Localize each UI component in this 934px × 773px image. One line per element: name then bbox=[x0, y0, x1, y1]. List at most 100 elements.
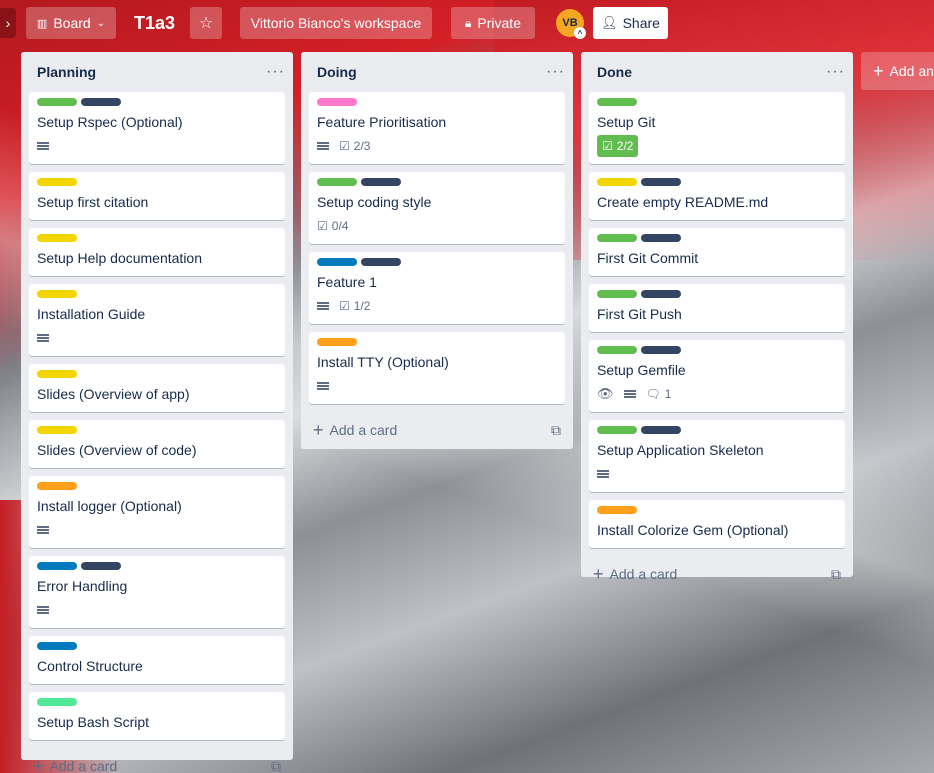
label-green[interactable] bbox=[597, 290, 637, 298]
card-badges: ☑ 2/2 bbox=[597, 135, 837, 157]
card[interactable]: Create empty README.md bbox=[589, 172, 845, 220]
label-dark[interactable] bbox=[641, 178, 681, 186]
list-title[interactable]: Doing bbox=[317, 64, 357, 80]
label-orange[interactable] bbox=[37, 482, 77, 490]
card[interactable]: Install Colorize Gem (Optional) bbox=[589, 500, 845, 548]
card[interactable]: Setup Bash Script bbox=[29, 692, 285, 740]
card-badges: ☑ 1/2 bbox=[317, 296, 557, 316]
card[interactable]: Error Handling bbox=[29, 556, 285, 628]
label-dark[interactable] bbox=[641, 234, 681, 242]
label-blue[interactable] bbox=[37, 642, 77, 650]
label-dark[interactable] bbox=[81, 562, 121, 570]
card[interactable]: Feature Prioritisation ☑ 2/3 bbox=[309, 92, 565, 164]
template-icon[interactable]: ⧉ bbox=[831, 566, 841, 583]
add-card-button[interactable]: + Add a card ⧉ bbox=[301, 412, 573, 448]
more-icon[interactable]: ··· bbox=[826, 63, 845, 81]
card[interactable]: Slides (Overview of app) bbox=[29, 364, 285, 412]
add-card-button[interactable]: + Add a card ⧉ bbox=[21, 748, 293, 773]
card-title: Error Handling bbox=[37, 578, 128, 594]
label-yellow[interactable] bbox=[37, 426, 77, 434]
list-title[interactable]: Planning bbox=[37, 64, 96, 80]
card[interactable]: Slides (Overview of code) bbox=[29, 420, 285, 468]
card[interactable]: Control Structure bbox=[29, 636, 285, 684]
card-title: Setup coding style bbox=[317, 194, 432, 210]
card[interactable]: Install TTY (Optional) bbox=[309, 332, 565, 404]
label-yellow[interactable] bbox=[37, 178, 77, 186]
card[interactable]: Installation Guide bbox=[29, 284, 285, 356]
label-blue[interactable] bbox=[317, 258, 357, 266]
label-green[interactable] bbox=[597, 426, 637, 434]
card[interactable]: Setup Application Skeleton bbox=[589, 420, 845, 492]
card[interactable]: Setup Rspec (Optional) bbox=[29, 92, 285, 164]
card[interactable]: First Git Push bbox=[589, 284, 845, 332]
label-green[interactable] bbox=[597, 98, 637, 106]
checklist-badge: ☑ 2/2 bbox=[597, 135, 639, 157]
card-title: First Git Commit bbox=[597, 250, 699, 266]
label-blue[interactable] bbox=[37, 562, 77, 570]
label-orange[interactable] bbox=[597, 506, 637, 514]
card-labels bbox=[597, 346, 837, 354]
description-icon bbox=[37, 605, 49, 615]
card[interactable]: Setup Gemfile 👁︎ 🗨︎ 1 bbox=[589, 340, 845, 412]
more-icon[interactable]: ··· bbox=[546, 63, 565, 81]
label-dark[interactable] bbox=[641, 346, 681, 354]
template-icon[interactable]: ⧉ bbox=[271, 758, 281, 773]
add-card-button[interactable]: + Add a card ⧉ bbox=[581, 556, 853, 592]
card-labels bbox=[317, 98, 557, 106]
label-yellow[interactable] bbox=[37, 370, 77, 378]
label-dark[interactable] bbox=[361, 178, 401, 186]
label-green[interactable] bbox=[597, 346, 637, 354]
card[interactable]: Setup Help documentation bbox=[29, 228, 285, 276]
card-badges bbox=[37, 136, 277, 156]
label-green[interactable] bbox=[597, 234, 637, 242]
board-view-switcher[interactable]: ▥ Board ⌄ bbox=[26, 7, 116, 39]
label-lime[interactable] bbox=[37, 698, 77, 706]
comment-icon: 🗨︎ bbox=[645, 387, 661, 401]
card[interactable]: Install logger (Optional) bbox=[29, 476, 285, 548]
label-green[interactable] bbox=[317, 178, 357, 186]
description-icon bbox=[317, 301, 329, 311]
label-yellow[interactable] bbox=[37, 290, 77, 298]
sidebar-expand-button[interactable]: › bbox=[0, 8, 16, 38]
share-button[interactable]: 👤︎ Share bbox=[593, 7, 668, 39]
plus-icon: + bbox=[313, 420, 324, 440]
workspace-button[interactable]: Vittorio Bianco's workspace bbox=[240, 7, 432, 39]
checklist-count: 2/2 bbox=[616, 139, 634, 153]
card-title: Setup Git bbox=[597, 114, 656, 130]
label-pink[interactable] bbox=[317, 98, 357, 106]
more-icon[interactable]: ··· bbox=[266, 63, 285, 81]
card[interactable]: Setup Git ☑ 2/2 bbox=[589, 92, 845, 164]
label-dark[interactable] bbox=[641, 290, 681, 298]
list-title[interactable]: Done bbox=[597, 64, 632, 80]
label-yellow[interactable] bbox=[597, 178, 637, 186]
label-orange[interactable] bbox=[317, 338, 357, 346]
card-title: Slides (Overview of app) bbox=[37, 386, 190, 402]
label-yellow[interactable] bbox=[37, 234, 77, 242]
plus-icon: + bbox=[593, 564, 604, 584]
template-icon[interactable]: ⧉ bbox=[551, 422, 561, 439]
card[interactable]: Setup coding style ☑ 0/4 bbox=[309, 172, 565, 244]
card[interactable]: Setup first citation bbox=[29, 172, 285, 220]
board-title[interactable]: T1a3 bbox=[128, 7, 181, 39]
add-list-button[interactable]: + Add another list bbox=[861, 52, 934, 90]
card-title: Install logger (Optional) bbox=[37, 498, 182, 514]
description-icon bbox=[37, 333, 49, 343]
label-dark[interactable] bbox=[641, 426, 681, 434]
card-title: Control Structure bbox=[37, 658, 143, 674]
plus-icon: + bbox=[33, 756, 44, 773]
card-badges bbox=[37, 600, 277, 620]
label-dark[interactable] bbox=[361, 258, 401, 266]
label-green[interactable] bbox=[37, 98, 77, 106]
card-title: Setup Gemfile bbox=[597, 362, 686, 378]
checkbox-icon: ☑ bbox=[339, 139, 350, 153]
label-dark[interactable] bbox=[81, 98, 121, 106]
visibility-button[interactable]: 🔒︎ Private bbox=[451, 7, 535, 39]
card-title: Setup first citation bbox=[37, 194, 149, 210]
star-button[interactable]: ☆ bbox=[190, 7, 222, 39]
card-labels bbox=[597, 290, 837, 298]
card-labels bbox=[597, 426, 837, 434]
card[interactable]: Feature 1 ☑ 1/2 bbox=[309, 252, 565, 324]
card[interactable]: First Git Commit bbox=[589, 228, 845, 276]
card-title: Slides (Overview of code) bbox=[37, 442, 197, 458]
avatar[interactable]: VB ^ bbox=[556, 9, 586, 39]
